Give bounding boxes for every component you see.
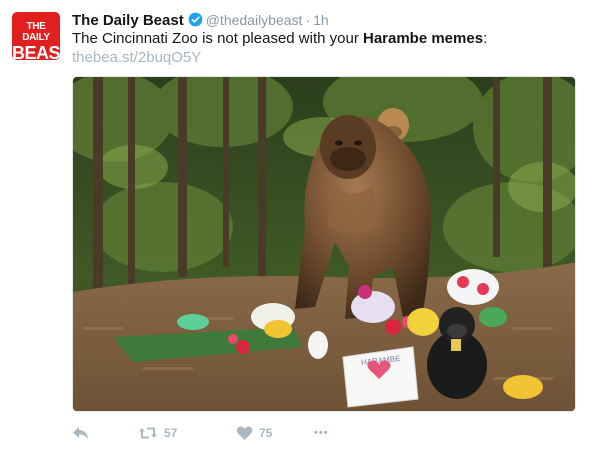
retweet-button[interactable]: 57 [138, 420, 177, 446]
more-icon: ••• [314, 427, 329, 439]
verified-badge-icon [188, 12, 203, 27]
photo-gorilla-statue-memorial: HARAMBE [73, 77, 575, 411]
tweet-text-part: The Cincinnati Zoo is not pleased with y… [72, 30, 363, 47]
more-button[interactable]: ••• [314, 420, 329, 446]
timestamp[interactable]: 1h [313, 12, 329, 28]
tribute-sign: HARAMBE [342, 346, 419, 408]
tweet-link[interactable]: thebea.st/2buqO5Y [72, 48, 201, 68]
retweet-icon [139, 427, 157, 439]
tweet-text-bold: Harambe memes [362, 30, 484, 47]
separator-dot: · [305, 12, 311, 28]
avatar-line-2: BEAST [12, 43, 60, 60]
tweet-card[interactable]: THE DAILY BEAST The Daily Beast @thedail… [0, 0, 590, 454]
tweet-photo[interactable]: HARAMBE [72, 76, 576, 412]
tweet-actions: 57 75 ••• [72, 420, 572, 446]
like-count: 75 [259, 426, 273, 440]
tweet-text-end: : [483, 30, 488, 47]
author-name[interactable]: The Daily Beast [72, 12, 184, 29]
like-icon [236, 426, 253, 440]
retweet-count: 57 [164, 426, 178, 440]
reply-button[interactable] [72, 420, 90, 446]
avatar-line-1: THE DAILY [22, 21, 50, 43]
like-button[interactable]: 75 [236, 420, 272, 446]
avatar[interactable]: THE DAILY BEAST [12, 12, 60, 60]
tweet-header: The Daily Beast @thedailybeast · 1h [72, 10, 329, 30]
tweet-text: The Cincinnati Zoo is not pleased with y… [72, 29, 487, 49]
author-handle[interactable]: @thedailybeast [206, 12, 303, 28]
reply-icon [73, 427, 88, 439]
